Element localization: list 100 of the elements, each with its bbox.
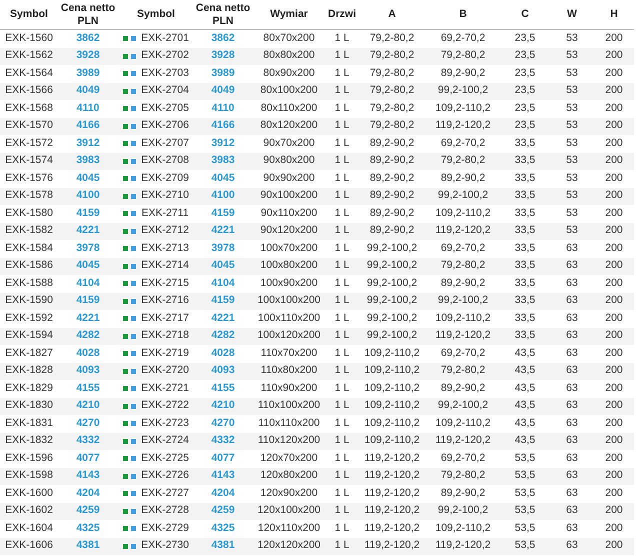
table-cell-text: 200 <box>605 30 623 46</box>
table-cell-text: 99,2-100,2 <box>366 328 418 344</box>
table-cell-text: EXK-2707 <box>141 136 189 151</box>
table-cell-text: 90x120x200 <box>260 223 318 238</box>
price-cell-text: 4259 <box>211 503 235 518</box>
table-cell-text: 119,2-120,2 <box>364 486 420 501</box>
table-cell-text: 99,2-100,2 <box>366 310 418 326</box>
table-cell-text: 23,5 <box>514 83 536 98</box>
table-cell-text: 110x120x200 <box>258 433 320 448</box>
table-cell-text: 200 <box>605 188 623 204</box>
two-squares-icon <box>123 36 136 42</box>
table-cell-text: 200 <box>605 328 623 344</box>
table-cell-text: EXK-1578 <box>5 188 53 204</box>
two-squares-icon <box>123 281 136 286</box>
table-cell-text: EXK-1572 <box>5 136 53 151</box>
column-header: B <box>459 8 467 21</box>
table-cell-text: 53 <box>566 188 578 204</box>
table-cell-text: 33,5 <box>514 328 536 344</box>
price-cell-text: 4204 <box>211 486 235 501</box>
table-cell-text: EXK-1604 <box>5 520 53 536</box>
table-cell-text: EXK-2721 <box>141 380 189 396</box>
column-header: Drzwi <box>328 8 356 21</box>
table-cell-text: 79,2-80,2 <box>370 118 414 134</box>
table-cell-text: 69,2-70,2 <box>440 450 486 466</box>
table-cell-text: 53 <box>566 170 578 186</box>
table-cell-text: 53,5 <box>514 538 536 554</box>
table-cell-text: EXK-1602 <box>5 503 53 518</box>
price-cell-text: 4332 <box>76 433 100 448</box>
table-cell-text: EXK-1829 <box>5 380 53 396</box>
table-cell-text: 1 L <box>334 310 350 326</box>
table-cell-text: 63 <box>566 346 578 361</box>
table-cell-text: 1 L <box>334 206 350 221</box>
price-cell-text: 4110 <box>212 100 234 116</box>
table-cell-text: EXK-1828 <box>5 363 53 378</box>
table-cell-text: 79,2-80,2 <box>440 258 486 274</box>
table-cell-text: 63 <box>566 293 578 308</box>
column-header: Cena netto PLN <box>60 2 116 28</box>
table-cell-text: 43,5 <box>514 363 536 378</box>
table-cell-text: 99,2-100,2 <box>366 276 418 291</box>
table-cell-text: 100x120x200 <box>257 328 321 344</box>
table-cell-text: 79,2-80,2 <box>440 48 486 64</box>
price-cell-text: 4221 <box>76 223 100 238</box>
table-cell-text: 79,2-80,2 <box>370 83 414 98</box>
table-cell-text: EXK-2719 <box>141 346 189 361</box>
table-cell-text: 53 <box>566 100 578 116</box>
two-squares-icon <box>123 456 136 462</box>
price-cell-text: 4110 <box>76 100 100 116</box>
price-cell-text: 4166 <box>76 118 100 134</box>
table-cell-text: EXK-1586 <box>5 258 53 274</box>
table-cell-text: 119,2-120,2 <box>435 538 491 554</box>
table-cell-text: 99,2-100,2 <box>366 293 418 308</box>
table-cell-text: 1 L <box>334 66 350 81</box>
table-cell-text: EXK-2716 <box>141 293 189 308</box>
table-cell-text: EXK-2714 <box>141 258 189 274</box>
table-cell-text: EXK-2711 <box>141 206 189 221</box>
table-cell-text: 1 L <box>334 450 350 466</box>
table-cell-text: 69,2-70,2 <box>440 30 486 46</box>
two-squares-icon <box>123 368 136 374</box>
table-cell-text: EXK-1594 <box>5 328 53 344</box>
column-header: W <box>567 8 577 21</box>
price-cell-text: 4270 <box>211 416 235 431</box>
table-cell-text: EXK-1600 <box>5 486 53 501</box>
table-cell-text: EXK-2729 <box>141 520 189 536</box>
two-squares-icon <box>123 404 136 409</box>
table-cell-text: 69,2-70,2 <box>440 136 486 151</box>
table-cell-text: 109,2-110,2 <box>435 520 491 536</box>
table-cell-text: 1 L <box>334 118 350 134</box>
price-cell-text: 3862 <box>211 30 235 46</box>
table-cell-text: 120x100x200 <box>257 503 321 518</box>
table-cell-text: 100x110x200 <box>258 310 320 326</box>
price-cell-text: 4100 <box>76 188 100 204</box>
table-cell-text: 23,5 <box>514 118 536 134</box>
table-cell-text: 90x80x200 <box>263 153 315 168</box>
price-cell-text: 3983 <box>211 153 235 168</box>
table-cell-text: 1 L <box>334 223 350 238</box>
table-cell-text: 63 <box>566 520 578 536</box>
table-cell-text: EXK-2708 <box>141 153 189 168</box>
table-cell-text: EXK-1576 <box>5 170 53 186</box>
table-cell-text: EXK-1588 <box>5 276 53 291</box>
table-cell-text: 1 L <box>334 293 350 308</box>
table-cell-text: EXK-2715 <box>141 276 189 291</box>
table-cell-text: 79,2-80,2 <box>440 153 486 168</box>
table-cell-text: 200 <box>605 153 623 168</box>
table-cell-text: 53 <box>566 30 578 46</box>
table-cell-text: 120x110x200 <box>258 520 320 536</box>
column-header: Symbol <box>10 8 48 21</box>
table-cell-text: EXK-2712 <box>141 223 189 238</box>
two-squares-icon <box>123 211 136 216</box>
table-cell-text: 43,5 <box>514 433 536 448</box>
table-cell-text: 33,5 <box>514 258 536 274</box>
table-cell-text: 200 <box>605 538 623 554</box>
table-cell-text: EXK-2702 <box>141 48 189 64</box>
table-cell-text: 33,5 <box>514 188 536 204</box>
table-cell-text: 1 L <box>334 486 350 501</box>
table-cell-text: 53 <box>566 48 578 64</box>
table-cell-text: 200 <box>605 468 623 484</box>
column-header: Symbol <box>137 8 175 21</box>
table-cell-text: 200 <box>605 66 623 81</box>
price-cell-text: 4093 <box>211 363 235 378</box>
table-cell-text: 80x90x200 <box>263 66 315 81</box>
